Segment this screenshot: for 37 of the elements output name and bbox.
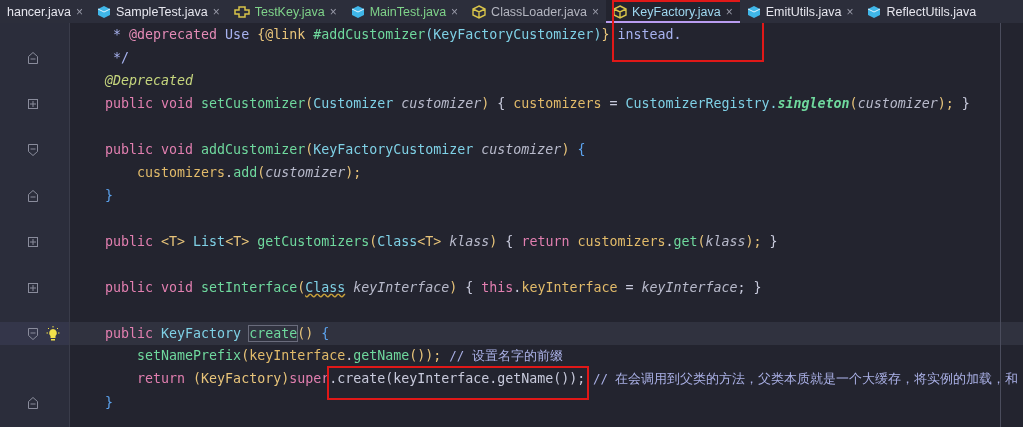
code-line: setNamePrefix(keyInterface.getName()); // 设置名字的前缀 bbox=[136, 348, 563, 365]
close-icon[interactable]: × bbox=[329, 4, 337, 19]
code-line: } bbox=[104, 188, 114, 203]
code-line: public KeyFactory create() { bbox=[104, 326, 330, 341]
expand-fold-icon[interactable] bbox=[28, 282, 38, 293]
code-line: */ bbox=[112, 50, 130, 65]
code-line: } bbox=[104, 395, 114, 410]
close-icon[interactable]: × bbox=[75, 4, 83, 19]
code-line: @Deprecated bbox=[104, 73, 194, 88]
code-line: public <T> List<T> getCustomizers(Class<T> klass) { return customizers.get(klass); } bbox=[104, 234, 778, 249]
cube-icon bbox=[613, 4, 628, 19]
cube-icon bbox=[746, 4, 761, 19]
editor-tab[interactable]: KeyFactory.java × bbox=[606, 0, 740, 23]
fold-icon[interactable] bbox=[28, 327, 38, 340]
lightbulb-icon[interactable] bbox=[45, 325, 61, 342]
expand-fold-icon[interactable] bbox=[28, 98, 38, 109]
cube-icon bbox=[472, 4, 487, 19]
close-icon[interactable]: × bbox=[846, 4, 854, 19]
close-icon[interactable]: × bbox=[725, 4, 733, 19]
code-line: public void setCustomizer(Customizer customizer) { customizers = CustomizerRegistry.singleton(customizer); } bbox=[104, 96, 970, 111]
fold-end-icon[interactable] bbox=[28, 189, 38, 202]
code-line: * @deprecated Use {@link #addCustomizer(KeyFactoryCustomizer)} instead. bbox=[112, 27, 682, 42]
close-icon[interactable]: × bbox=[451, 4, 459, 19]
code-line: return (KeyFactory)super.create(keyInterface.getName()); // 在会调用到父类的方法，父类本质就是一个大缓存，将实例的加载，和 bbox=[70, 371, 1019, 388]
code-line: public void addCustomizer(KeyFactoryCustomizer customizer) { bbox=[104, 142, 586, 157]
cube-icon bbox=[350, 4, 365, 19]
code-line: public void setInterface(Class keyInterface) { this.keyInterface = keyInterface; } bbox=[104, 280, 762, 295]
fold-end-icon[interactable] bbox=[28, 396, 38, 409]
close-icon[interactable]: × bbox=[212, 4, 220, 19]
expand-fold-icon[interactable] bbox=[28, 236, 38, 247]
close-icon[interactable]: × bbox=[592, 4, 600, 19]
cube-icon bbox=[96, 4, 111, 19]
fold-end-icon[interactable] bbox=[28, 51, 38, 64]
cube-icon bbox=[867, 4, 882, 19]
fold-icon[interactable] bbox=[28, 143, 38, 156]
code-line: customizers.add(customizer); bbox=[136, 165, 362, 180]
puzzle-icon bbox=[233, 5, 250, 18]
